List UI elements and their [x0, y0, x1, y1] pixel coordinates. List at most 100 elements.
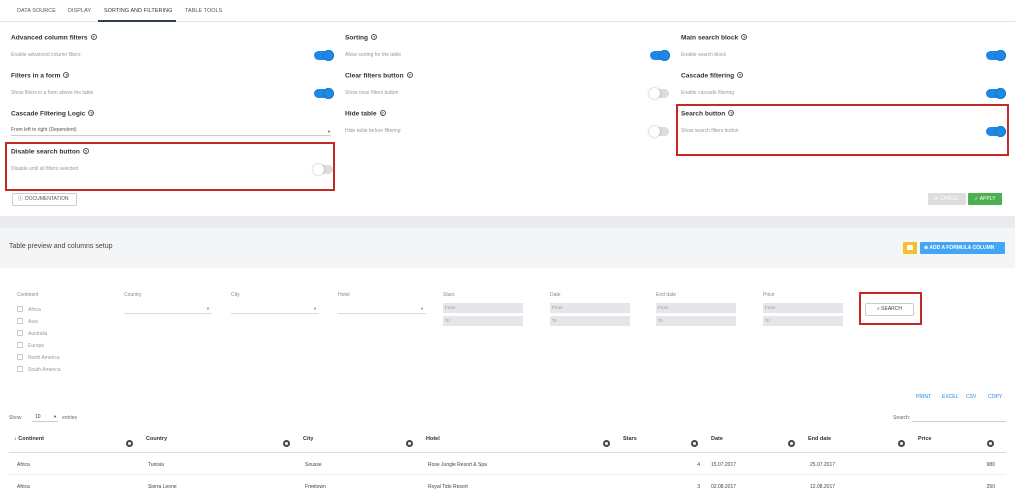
setting-title: Cascade Filtering Logic: [11, 110, 86, 118]
column-header-city[interactable]: City: [303, 436, 313, 442]
gear-icon[interactable]: [603, 440, 610, 447]
hide-table-toggle[interactable]: [649, 126, 669, 137]
column-label: Continent: [18, 436, 44, 442]
gear-icon[interactable]: [788, 440, 795, 447]
stars-filter-label: Stars: [443, 292, 455, 298]
gear-icon[interactable]: [406, 440, 413, 447]
search-button-toggle[interactable]: [986, 126, 1006, 137]
add-formula-label: ADD A FORMULA COLUMN: [929, 245, 995, 251]
setting-disable-search-button: Disable search button? Disable until all…: [11, 148, 89, 172]
main-search-toggle[interactable]: [986, 50, 1006, 61]
end-date-from-input[interactable]: From: [656, 303, 736, 313]
help-icon[interactable]: ?: [63, 72, 70, 78]
documentation-button[interactable]: ⓘ DOCUMENTATION: [12, 193, 77, 206]
checkbox[interactable]: [17, 354, 23, 360]
stars-from-input[interactable]: From: [443, 303, 523, 313]
gear-icon[interactable]: [898, 440, 905, 447]
column-header-continent[interactable]: ↓ Continent: [14, 436, 44, 442]
filters-form-toggle[interactable]: [314, 88, 334, 99]
continent-option-europe[interactable]: Europe: [17, 342, 44, 349]
column-header-stars[interactable]: Stars: [623, 436, 637, 442]
continent-option-south-america[interactable]: South America: [17, 366, 61, 373]
price-filter-label: Price: [763, 292, 775, 298]
table-settings-button[interactable]: [903, 242, 917, 254]
cascade-filtering-toggle[interactable]: [986, 88, 1006, 99]
city-select[interactable]: ▼: [231, 304, 319, 314]
export-csv-link[interactable]: CSV: [966, 394, 976, 400]
country-select[interactable]: ▼: [124, 304, 212, 314]
gear-icon[interactable]: [126, 440, 133, 447]
gear-icon[interactable]: [691, 440, 698, 447]
add-formula-column-button[interactable]: ⊕ ADD A FORMULA COLUMN: [920, 242, 1005, 254]
cell-end-date: 25.07.2017: [810, 462, 836, 468]
tab-data-source[interactable]: DATA SOURCE: [17, 8, 56, 14]
price-from-input[interactable]: From: [763, 303, 843, 313]
cell-stars: 3: [697, 484, 700, 490]
setting-search-button: Search button? Show search filters butto…: [681, 110, 739, 134]
gear-icon[interactable]: [283, 440, 290, 447]
checkbox[interactable]: [17, 318, 23, 324]
checkbox-label: Europe: [28, 343, 45, 349]
help-icon[interactable]: ?: [90, 34, 97, 40]
setting-description: Enable search block: [681, 51, 727, 58]
apply-label: APPLY: [979, 196, 996, 202]
stars-to-input[interactable]: To: [443, 316, 523, 326]
continent-option-australia[interactable]: Australia: [17, 330, 47, 337]
cancel-button[interactable]: ⊘ CANCEL: [928, 193, 966, 205]
setting-title: Advanced column filters: [11, 34, 88, 42]
checkbox[interactable]: [17, 306, 23, 312]
clear-filters-toggle[interactable]: [649, 88, 669, 99]
cascade-logic-select[interactable]: From left to right (Dependent) ▼: [11, 127, 331, 136]
sorting-toggle[interactable]: [650, 50, 670, 61]
tab-sorting-and-filtering[interactable]: SORTING AND FILTERING: [104, 8, 172, 14]
table-search-input[interactable]: [912, 421, 1006, 422]
tab-display[interactable]: DISPLAY: [68, 8, 91, 14]
checkbox[interactable]: [17, 342, 23, 348]
hotel-select[interactable]: ▼: [338, 304, 426, 314]
checkbox[interactable]: [17, 330, 23, 336]
help-icon[interactable]: ?: [737, 72, 744, 78]
chevron-down-icon: ▼: [313, 306, 317, 311]
export-copy-link[interactable]: COPY: [988, 394, 1002, 400]
export-print-link[interactable]: PRINT: [916, 394, 931, 400]
setting-description: Show filters in a form above the table: [11, 89, 94, 96]
continent-option-africa[interactable]: Africa: [17, 306, 41, 313]
date-from-input[interactable]: From: [550, 303, 630, 313]
cell-city: Sousse: [305, 462, 322, 468]
date-filter-label: Date: [550, 292, 561, 298]
setting-clear-filters-button: Clear filters button? Show clear filters…: [345, 72, 413, 96]
cell-date: 02.08.2017: [711, 484, 737, 490]
help-icon[interactable]: ?: [741, 34, 748, 40]
help-icon[interactable]: ?: [371, 34, 378, 40]
gear-icon[interactable]: [987, 440, 994, 447]
column-header-price[interactable]: Price: [918, 436, 931, 442]
column-header-country[interactable]: Country: [146, 436, 167, 442]
export-excel-link[interactable]: EXCEL: [942, 394, 958, 400]
date-to-input[interactable]: To: [550, 316, 630, 326]
setting-title: Search button: [681, 110, 726, 118]
price-to-input[interactable]: To: [763, 316, 843, 326]
column-header-end-date[interactable]: End date: [808, 436, 831, 442]
continent-option-asia[interactable]: Asia: [17, 318, 38, 325]
disable-search-toggle[interactable]: [313, 164, 333, 175]
help-icon[interactable]: ?: [82, 148, 89, 154]
help-icon[interactable]: ?: [728, 110, 735, 116]
end-date-to-input[interactable]: To: [656, 316, 736, 326]
search-button[interactable]: ⌕ SEARCH: [865, 303, 914, 316]
column-header-date[interactable]: Date: [711, 436, 723, 442]
checkbox-label: Africa: [28, 307, 41, 313]
entries-select[interactable]: 10 ▼: [32, 412, 58, 422]
continent-option-north-america[interactable]: North America: [17, 354, 60, 361]
country-filter-label: Country: [124, 292, 142, 298]
help-icon[interactable]: ?: [379, 110, 386, 116]
setting-title: Filters in a form: [11, 72, 61, 80]
checkbox[interactable]: [17, 366, 23, 372]
help-icon[interactable]: ?: [406, 72, 413, 78]
help-icon[interactable]: ?: [88, 110, 95, 116]
cell-end-date: 12.08.2017: [810, 484, 836, 490]
apply-button[interactable]: ✓ APPLY: [968, 193, 1002, 205]
tab-table-tools[interactable]: TABLE TOOLS: [185, 8, 222, 14]
advanced-filters-toggle[interactable]: [314, 50, 334, 61]
column-header-hotel[interactable]: Hotel: [426, 436, 440, 442]
cell-country: Sierra Leone: [148, 484, 177, 490]
